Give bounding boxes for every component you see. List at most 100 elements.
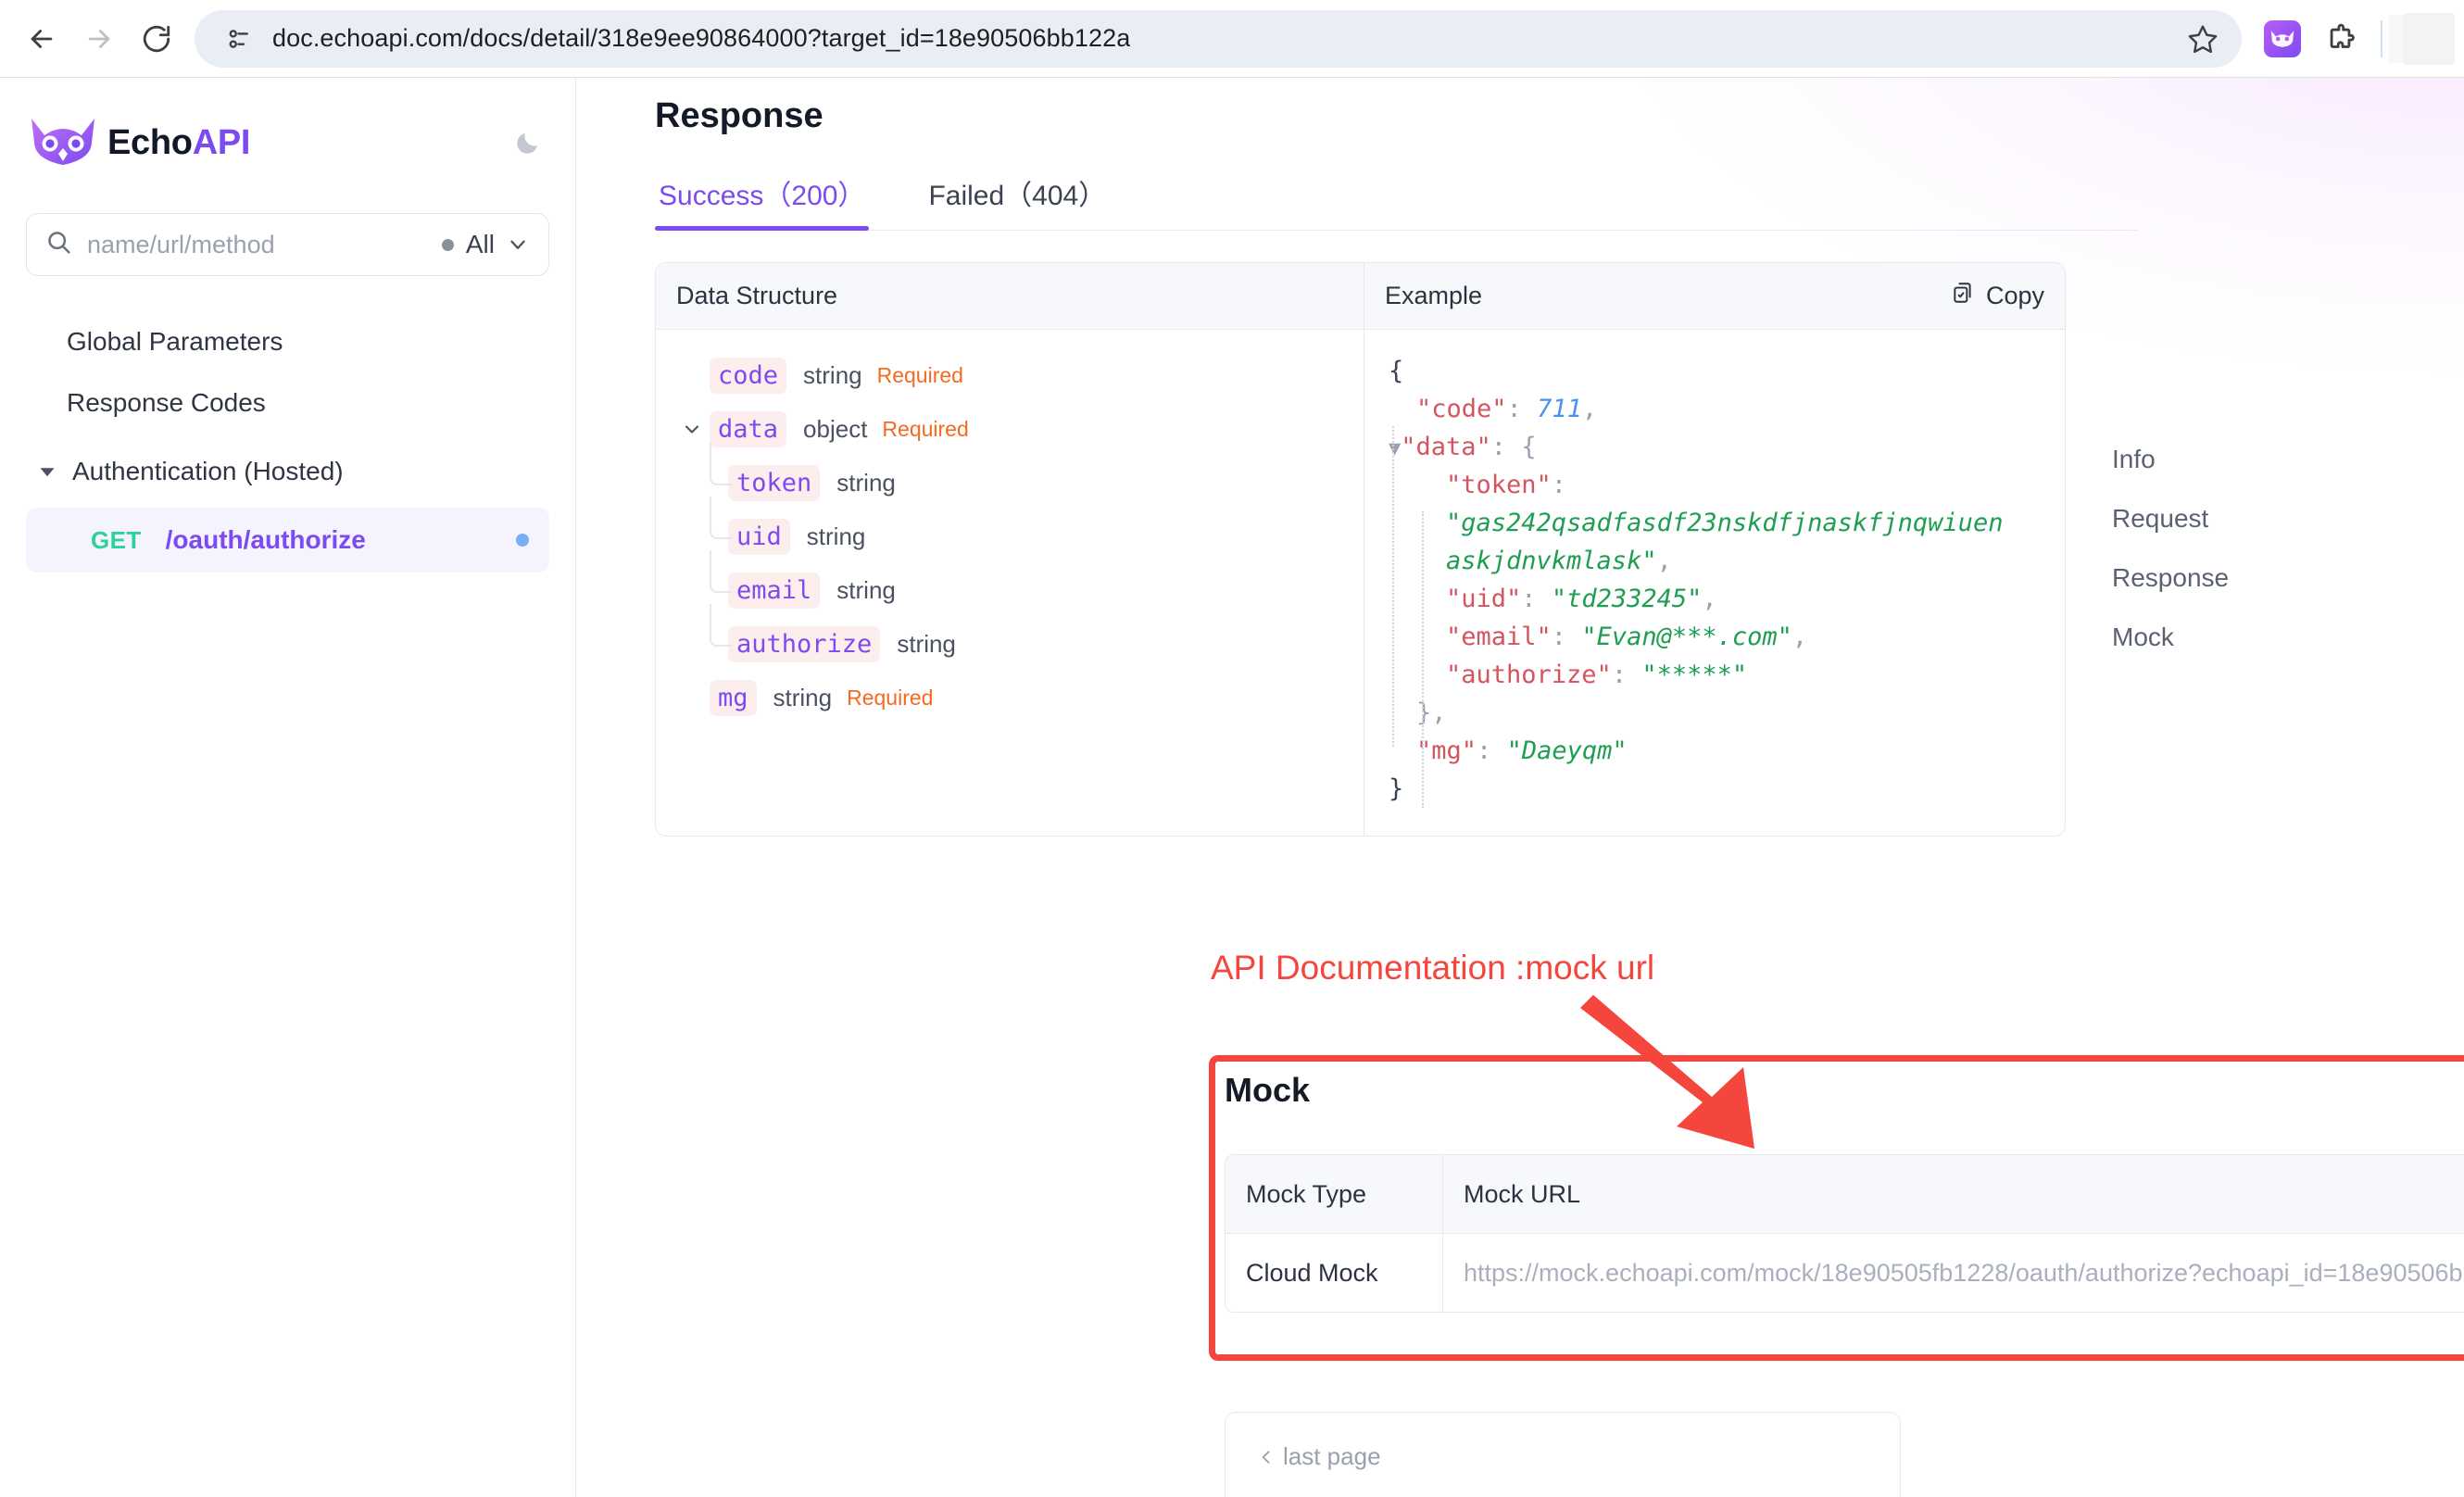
field-type: string (836, 468, 896, 497)
field-row-email[interactable]: email string (656, 550, 1364, 617)
copy-label: Copy (1985, 282, 2044, 309)
example-header: Example Copy (1364, 263, 2065, 330)
field-name: token (728, 464, 821, 501)
json-indent-guide (1392, 426, 1394, 748)
echoapi-owl-logo-icon (31, 119, 94, 165)
field-type: string (806, 522, 866, 550)
mock-table-header-row: Mock Type Mock URL (1226, 1155, 2464, 1234)
column-header-mock-url: Mock URL (1464, 1179, 1581, 1208)
field-row-authorize[interactable]: authorize string (656, 604, 1364, 671)
example-title: Example (1385, 282, 1483, 309)
data-structure-title: Data Structure (676, 282, 838, 309)
field-type: string (897, 629, 956, 658)
chevron-left-icon (1257, 1448, 1276, 1466)
toc-item-request[interactable]: Request (2112, 489, 2353, 548)
field-required-badge: Required (882, 416, 969, 441)
response-tabs: Success（200） Failed（404） (655, 173, 2137, 231)
field-name: uid (728, 518, 790, 555)
site-info-icon[interactable] (219, 19, 259, 59)
brand-name: EchoAPI (107, 123, 250, 163)
sidebar-item-label: Global Parameters (67, 327, 283, 356)
field-row-code[interactable]: code string Required (656, 348, 1364, 402)
extensions-puzzle-icon[interactable] (2321, 19, 2360, 58)
field-name: mg (710, 679, 757, 716)
document-body: Response Success（200） Failed（404） Data S… (655, 78, 2137, 837)
main-content: Response Success（200） Failed（404） Data S… (576, 78, 2464, 1497)
annotation-text: API Documentation :mock url (1211, 949, 1655, 987)
tab-success-200[interactable]: Success（200） (655, 172, 870, 231)
tab-failed-404[interactable]: Failed（404） (924, 172, 1110, 230)
sidebar-item-global-parameters[interactable]: Global Parameters (26, 311, 549, 372)
field-row-uid[interactable]: uid string (656, 497, 1364, 563)
sidebar-item-oauth-authorize[interactable]: GET /oauth/authorize (26, 508, 549, 572)
sidebar-item-response-codes[interactable]: Response Codes (26, 372, 549, 434)
app-root: EchoAPI name/url/method All Global Param… (0, 78, 2464, 1497)
last-page-prefix-row: last page (1257, 1442, 1868, 1471)
last-page-title: Authentication (Hosted) (1257, 1491, 1868, 1497)
toolbar-divider (2381, 19, 2382, 57)
forward-button[interactable] (70, 10, 128, 68)
mock-title: Mock (1225, 1071, 1311, 1109)
data-structure-panel: Data Structure code string Required data… (656, 263, 1364, 837)
example-body: {"code": 711, ▼"data": {"token": "gas242q… (1364, 330, 2065, 836)
theme-toggle-moon-icon[interactable] (507, 121, 549, 164)
toolbar-right-actions (2242, 12, 2464, 65)
table-row: Cloud Mock https://mock.echoapi.com/mock… (1226, 1234, 2464, 1312)
json-indent-guide (1422, 511, 1424, 808)
field-name: code (710, 357, 787, 394)
field-type: string (773, 683, 833, 711)
field-row-token[interactable]: token string (656, 443, 1364, 509)
caret-down-icon (39, 463, 63, 480)
copy-button[interactable]: Copy (1951, 281, 2044, 311)
search-box[interactable]: name/url/method All (26, 213, 549, 276)
profile-avatar[interactable] (2403, 12, 2455, 65)
sidebar-group-authentication-hosted[interactable]: Authentication (Hosted) (26, 441, 549, 502)
field-name: email (728, 572, 821, 609)
brand-name-second: API (192, 122, 251, 162)
chevron-down-icon[interactable] (680, 418, 704, 440)
endpoint-method-badge: GET (91, 525, 142, 554)
data-structure-header: Data Structure (656, 263, 1364, 330)
search-input[interactable]: name/url/method (87, 231, 442, 259)
bookmark-star-icon[interactable] (2181, 17, 2225, 61)
sidebar-group-label: Authentication (Hosted) (72, 457, 344, 485)
last-page-card[interactable]: last page Authentication (Hosted) (1225, 1412, 1901, 1497)
mock-table: Mock Type Mock URL Cloud Mock https://mo… (1225, 1154, 2464, 1313)
last-page-prefix: last page (1283, 1442, 1381, 1470)
sidebar-item-label: Response Codes (67, 388, 266, 417)
endpoint-path-label: /oauth/authorize (165, 525, 366, 554)
url-text: doc.echoapi.com/docs/detail/318e9ee90864… (272, 24, 1131, 52)
reload-button[interactable] (128, 10, 185, 68)
field-name: authorize (728, 625, 881, 662)
table-of-contents: Info Request Response Mock (2112, 430, 2353, 667)
toc-item-response[interactable]: Response (2112, 548, 2353, 608)
field-required-badge: Required (847, 685, 934, 710)
json-example-code: {"code": 711, ▼"data": {"token": "gas242q… (1389, 357, 2004, 804)
toc-item-mock[interactable]: Mock (2112, 608, 2353, 667)
chevron-down-icon[interactable] (506, 233, 530, 257)
search-icon (45, 229, 72, 260)
method-filter-label[interactable]: All (466, 230, 495, 259)
field-name: data (710, 410, 787, 447)
brand: EchoAPI (26, 78, 549, 208)
field-required-badge: Required (876, 362, 963, 387)
echoapi-extension-icon[interactable] (2264, 19, 2301, 57)
field-row-data[interactable]: data object Required (656, 402, 1364, 456)
browser-toolbar: doc.echoapi.com/docs/detail/318e9ee90864… (0, 0, 2464, 78)
toc-item-info[interactable]: Info (2112, 430, 2353, 489)
response-panels: Data Structure code string Required data… (655, 262, 2066, 837)
field-row-mg[interactable]: mg string Required (656, 671, 1364, 724)
field-type: string (836, 575, 896, 604)
sidebar-nav: Global Parameters Response Codes Authent… (26, 311, 549, 572)
brand-name-first: Echo (107, 122, 193, 162)
example-panel: Example Copy {"code": 711, ▼"data": {"… (1364, 263, 2065, 836)
column-header-mock-type: Mock Type (1226, 1155, 1443, 1233)
back-button[interactable] (13, 10, 70, 68)
field-type: string (803, 360, 862, 389)
filter-status-dot-icon (441, 238, 454, 251)
cell-mock-url[interactable]: https://mock.echoapi.com/mock/18e90505fb… (1443, 1234, 2464, 1312)
sidebar: EchoAPI name/url/method All Global Param… (0, 78, 576, 1497)
address-bar[interactable]: doc.echoapi.com/docs/detail/318e9ee90864… (195, 9, 2242, 68)
mock-section: Mock Mock Type Mock URL Cloud Mock https… (1225, 1071, 2464, 1313)
endpoint-status-dot-icon (516, 534, 529, 547)
